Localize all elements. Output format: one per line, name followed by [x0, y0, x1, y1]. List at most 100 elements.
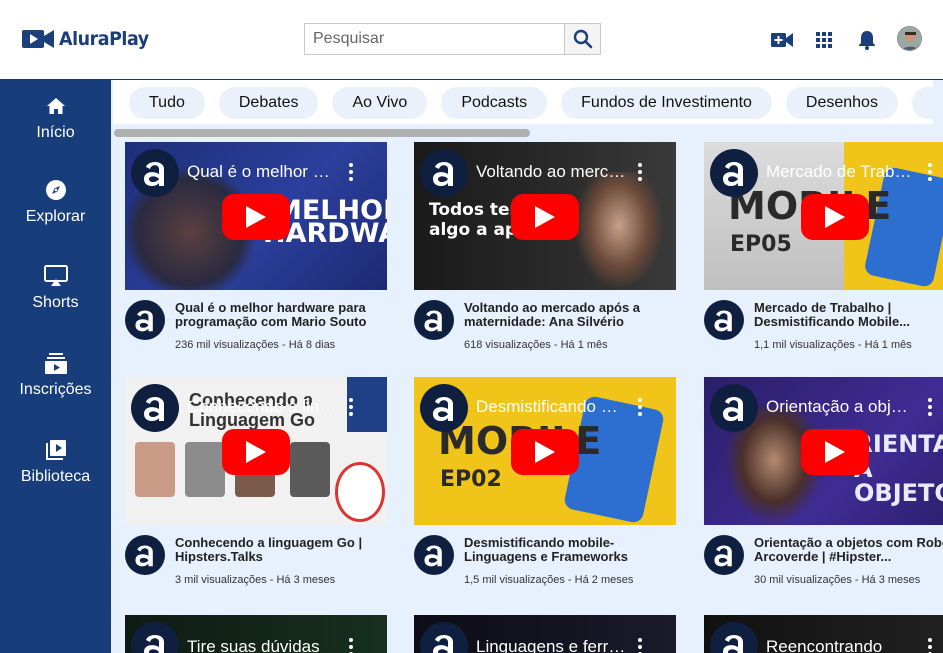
speaker-photo [185, 442, 225, 497]
channel-avatar[interactable] [414, 535, 454, 575]
video-thumbnail[interactable]: Todos tem algo a apr Voltando ao mercado… [414, 142, 676, 290]
logo-camera-icon [22, 28, 54, 50]
sidebar-label: Biblioteca [20, 468, 91, 485]
chip-podcasts[interactable]: Podcasts [441, 87, 548, 119]
home-icon [46, 98, 65, 114]
thumbnail-title: Voltando ao mercado após a maternidade: … [476, 162, 626, 181]
video-title[interactable]: Orientação a objetos com Roberta Arcover… [754, 536, 943, 564]
play-icon [825, 206, 845, 228]
camera-add-icon [771, 33, 793, 47]
play-icon [246, 206, 266, 228]
video-title[interactable]: Conhecendo a linguagem Go | Hipsters.Tal… [175, 536, 387, 564]
more-options-icon[interactable] [636, 397, 644, 417]
play-button[interactable] [222, 429, 290, 475]
video-thumbnail[interactable]: ORIENTAÇÃO A OBJETOS Orientação a objeto… [704, 377, 943, 525]
video-thumbnail[interactable]: Reencontrando [704, 615, 943, 653]
search-button[interactable] [564, 23, 601, 55]
alura-logo-icon [710, 149, 758, 197]
camera-add-button[interactable] [768, 26, 796, 54]
video-thumbnail[interactable]: MOBILE EP05 Mercado de Trabalho | Desmis… [704, 142, 943, 290]
more-options-icon[interactable] [926, 397, 934, 417]
thumbnail-title: Desmistificando mobile - Linguagens e Fr… [476, 397, 626, 416]
sidebar-label: Shorts [32, 294, 79, 311]
notifications-button[interactable] [853, 26, 881, 54]
play-icon [535, 441, 555, 463]
chip-tudo[interactable]: Tudo [129, 87, 205, 119]
thumbnail-title: Conhecendo a linguagem Go | Hipsters.Tal… [187, 397, 337, 416]
thumbnail-title: Orientação a objetos com Roberta Arcover… [766, 397, 916, 416]
video-thumbnail[interactable]: Tire suas dúvidas [125, 615, 387, 653]
video-thumbnail[interactable]: Linguagens e ferramentas [414, 615, 676, 653]
video-thumbnail[interactable]: MELHOR HARDWARE Qual é o melhor hardware… [125, 142, 387, 290]
speaker-photo [290, 442, 330, 497]
channel-avatar[interactable] [414, 300, 454, 340]
video-meta: 1,5 mil visualizações - Há 2 meses [464, 574, 634, 586]
search-input[interactable] [304, 23, 564, 55]
chip-strip: Tudo Debates Ao Vivo Podcasts Fundos de … [113, 80, 933, 124]
channel-avatar[interactable] [704, 300, 744, 340]
sidebar-label: Inscrições [19, 381, 92, 398]
sidebar-item-library[interactable]: Biblioteca [0, 438, 111, 508]
sidebar-item-subscriptions[interactable]: Inscrições [0, 351, 111, 421]
video-title[interactable]: Desmistificando mobile- Linguagens e Fra… [464, 536, 676, 564]
top-header: AluraPlay [0, 0, 943, 80]
thumbnail-title: Qual é o melhor hardware para programaçã… [187, 162, 337, 181]
more-options-icon[interactable] [636, 162, 644, 182]
chip-desenhos[interactable]: Desenhos [785, 87, 898, 119]
video-title[interactable]: Voltando ao mercado após a maternidade: … [464, 301, 676, 329]
sidebar-item-explore[interactable]: Explorar [0, 178, 111, 248]
sidebar: Início Explorar Shorts Inscrições Biblio… [0, 80, 111, 653]
sidebar-item-home[interactable]: Início [0, 94, 111, 164]
channel-avatar[interactable] [125, 535, 165, 575]
user-avatar[interactable] [897, 26, 922, 51]
search-bar [304, 23, 601, 55]
more-options-icon[interactable] [636, 637, 644, 653]
sidebar-label: Início [36, 124, 75, 141]
video-thumbnail[interactable]: Conhecendo a Linguagem Go Conhecendo a l… [125, 377, 387, 525]
play-button[interactable] [801, 429, 869, 475]
thumbnail-title: Reencontrando [766, 637, 883, 653]
alura-logo-icon [420, 622, 468, 653]
more-options-icon[interactable] [347, 162, 355, 182]
more-options-icon[interactable] [926, 637, 934, 653]
play-icon [246, 441, 266, 463]
alura-logo-icon [131, 149, 179, 197]
more-options-icon[interactable] [926, 162, 934, 182]
subscriptions-icon [44, 353, 67, 374]
play-button[interactable] [222, 194, 290, 240]
thumbnail-title: Mercado de Trabalho | Desmistificando Mo… [766, 162, 916, 181]
thumbnail-title: Tire suas dúvidas [187, 637, 320, 653]
play-button[interactable] [801, 194, 869, 240]
more-options-icon[interactable] [347, 637, 355, 653]
video-thumbnail[interactable]: MOBILE EP02 Desmistificando mobile - Lin… [414, 377, 676, 525]
logo-text: AluraPlay [59, 28, 149, 50]
mascot-illustration [335, 462, 385, 522]
chip-ao-vivo[interactable]: Ao Vivo [332, 87, 428, 119]
video-meta: 236 mil visualizações - Há 8 dias [175, 339, 336, 351]
chip-debates[interactable]: Debates [218, 87, 319, 119]
library-icon [45, 440, 66, 460]
chip-data-science[interactable]: Data Science [911, 87, 933, 119]
logo[interactable]: AluraPlay [22, 28, 157, 50]
video-title[interactable]: Mercado de Trabalho | Desmistificando Mo… [754, 301, 943, 329]
alura-logo-icon [420, 149, 468, 197]
compass-icon [45, 180, 66, 200]
more-options-icon[interactable] [347, 397, 355, 417]
thumbnail-text: EP02 [440, 467, 502, 492]
chip-fundos[interactable]: Fundos de Investimento [561, 87, 772, 119]
channel-avatar[interactable] [125, 300, 165, 340]
video-meta: 30 mil visualizações - Há 3 meses [754, 574, 921, 586]
video-meta: 3 mil visualizações - Há 3 meses [175, 574, 336, 586]
play-button[interactable] [511, 429, 579, 475]
sidebar-label: Explorar [25, 208, 86, 225]
play-button[interactable] [511, 194, 579, 240]
video-title[interactable]: Qual é o melhor hardware para programaçã… [175, 301, 387, 329]
apps-button[interactable] [810, 26, 838, 54]
alura-logo-icon [131, 384, 179, 432]
sidebar-item-shorts[interactable]: Shorts [0, 264, 111, 334]
category-chip-bar: Tudo Debates Ao Vivo Podcasts Fundos de … [111, 80, 943, 142]
channel-avatar[interactable] [704, 535, 744, 575]
chip-scrollbar[interactable] [114, 129, 530, 137]
alura-logo-icon [710, 384, 758, 432]
thumbnail-text: EP05 [730, 232, 792, 257]
